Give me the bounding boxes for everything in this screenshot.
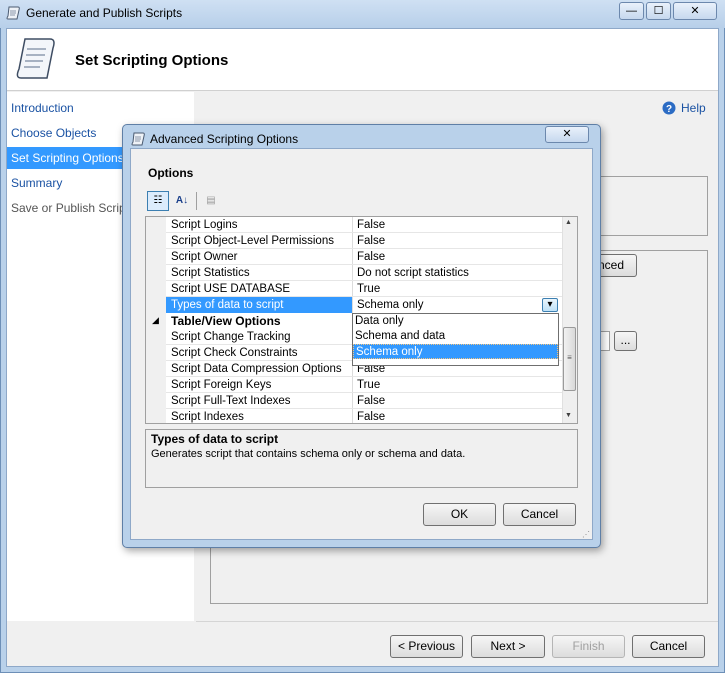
property-name: Types of data to script (171, 299, 284, 311)
scrollbar-thumb[interactable]: ≡ (563, 327, 576, 391)
property-name: Script Check Constraints (171, 347, 298, 359)
categorized-view-button[interactable]: ☷ (147, 191, 169, 211)
scroll-app-icon (6, 5, 22, 21)
property-name: Script Logins (171, 219, 238, 231)
categorized-icon: ☷ (153, 195, 163, 206)
toolbar-divider (196, 192, 197, 210)
dialog-cancel-button[interactable]: Cancel (503, 503, 576, 526)
property-pages-icon: ▤ (206, 195, 216, 206)
description-text: Generates script that contains schema on… (151, 448, 466, 460)
close-icon: ✕ (562, 128, 572, 140)
property-value[interactable]: Do not script statistics (357, 265, 469, 281)
browse-button[interactable]: ... (614, 331, 637, 351)
property-value[interactable]: Schema only (357, 297, 423, 313)
help-link[interactable]: Help (681, 101, 706, 115)
svg-text:?: ? (666, 104, 672, 115)
property-name: Script Object-Level Permissions (171, 235, 334, 247)
dialog-close-button[interactable]: ✕ (545, 126, 589, 143)
minimize-button[interactable]: — (619, 2, 644, 20)
property-value[interactable]: False (357, 217, 385, 233)
property-pages-button: ▤ (200, 191, 222, 211)
minimize-icon: — (626, 5, 637, 17)
previous-button[interactable]: < Previous (390, 635, 463, 658)
property-grid-scrollbar[interactable] (562, 217, 577, 423)
combobox-dropdown-button[interactable]: ▾ (542, 298, 558, 312)
property-value[interactable]: True (357, 377, 380, 393)
scroll-down-icon[interactable]: ▼ (565, 412, 572, 419)
options-heading: Options (148, 166, 194, 180)
window-title: Generate and Publish Scripts (26, 6, 183, 20)
property-name: Script Change Tracking (171, 331, 291, 343)
ok-button[interactable]: OK (423, 503, 496, 526)
chevron-down-icon: ▾ (547, 299, 553, 310)
property-name: Script Full-Text Indexes (171, 395, 291, 407)
alphabetical-sort-icon: A↓ (175, 195, 189, 206)
property-name: Script Indexes (171, 411, 244, 423)
page-title: Set Scripting Options (75, 52, 229, 69)
maximize-icon: ☐ (653, 5, 664, 17)
dropdown-option-selected[interactable]: Schema only (353, 344, 558, 359)
property-value[interactable]: False (357, 249, 385, 265)
property-value[interactable]: False (357, 393, 385, 409)
property-name: Script Owner (171, 251, 238, 263)
next-button[interactable]: Next > (471, 635, 545, 658)
property-value[interactable]: False (357, 233, 385, 249)
alphabetical-sort-button[interactable]: A↓ (171, 191, 193, 211)
property-value[interactable]: False (357, 409, 385, 425)
scroll-up-icon[interactable]: ▲ (565, 219, 572, 226)
dialog-title: Advanced Scripting Options (150, 132, 299, 146)
nav-introduction[interactable]: Introduction (7, 97, 194, 119)
help-icon[interactable]: ? (662, 101, 676, 115)
close-window-button[interactable]: ✕ (673, 2, 717, 20)
property-name: Script Data Compression Options (171, 363, 342, 375)
property-name: Script Statistics (171, 267, 250, 279)
scroll-wizard-icon (16, 36, 58, 82)
dropdown-option[interactable]: Schema and data (353, 329, 558, 344)
bottom-separator (196, 621, 718, 622)
maximize-button[interactable]: ☐ (646, 2, 671, 20)
property-name: Script Foreign Keys (171, 379, 272, 391)
resize-grip-icon[interactable]: ⋰ (582, 530, 590, 539)
finish-button: Finish (552, 635, 625, 658)
dropdown-option[interactable]: Data only (353, 314, 558, 329)
category-header: Table/View Options (171, 314, 281, 328)
close-icon: ✕ (690, 5, 700, 17)
description-title: Types of data to script (151, 432, 279, 446)
cancel-button[interactable]: Cancel (632, 635, 705, 658)
dialog-scroll-icon (131, 131, 147, 147)
property-value[interactable]: True (357, 281, 380, 297)
property-name: Script USE DATABASE (171, 283, 291, 295)
collapse-toggle-icon[interactable]: ◢ (152, 315, 159, 326)
